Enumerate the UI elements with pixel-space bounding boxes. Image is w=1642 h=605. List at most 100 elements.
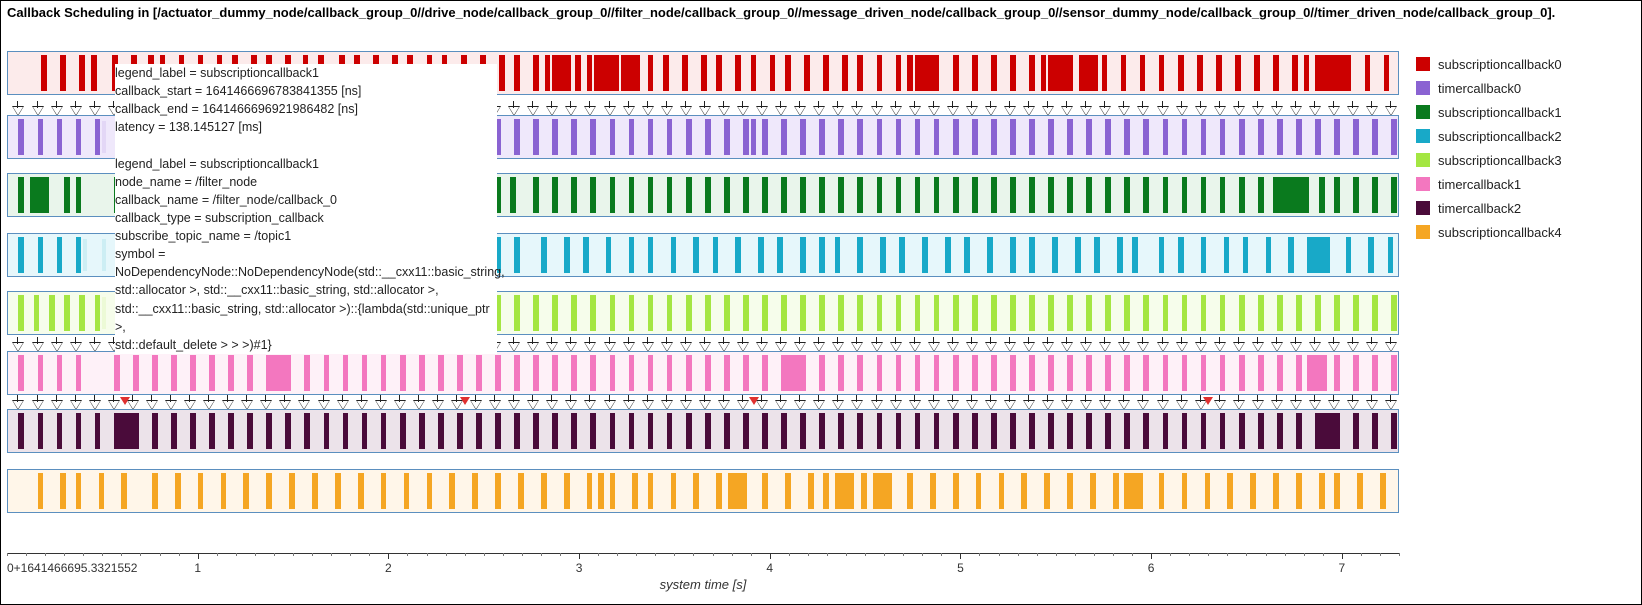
callback-span[interactable] <box>171 413 177 449</box>
callback-span[interactable] <box>976 473 982 509</box>
callback-span[interactable] <box>339 177 345 213</box>
callback-span[interactable] <box>785 55 791 91</box>
callback-span[interactable] <box>632 473 638 509</box>
callback-span[interactable] <box>1250 473 1256 509</box>
callback-span[interactable] <box>564 237 570 273</box>
callback-span[interactable] <box>1140 55 1146 91</box>
callback-span[interactable] <box>1239 295 1245 331</box>
legend-item-subscriptioncallback2[interactable]: subscriptioncallback2 <box>1416 125 1626 147</box>
callback-span[interactable] <box>800 413 806 449</box>
callback-span[interactable] <box>1075 237 1081 273</box>
callback-span[interactable] <box>838 355 844 391</box>
callback-span[interactable] <box>835 237 841 273</box>
callback-span[interactable] <box>381 355 387 391</box>
callback-span[interactable] <box>1182 473 1188 509</box>
callback-span[interactable] <box>598 473 604 509</box>
callback-span[interactable] <box>541 237 547 273</box>
callback-span[interactable] <box>476 413 482 449</box>
callback-span[interactable] <box>1143 177 1149 213</box>
callback-span[interactable] <box>38 355 44 391</box>
callback-span[interactable] <box>1254 55 1260 91</box>
callback-span[interactable] <box>1143 295 1149 331</box>
callback-span[interactable] <box>179 55 185 91</box>
callback-span[interactable] <box>392 55 398 91</box>
callback-span[interactable] <box>1143 119 1149 155</box>
callback-span[interactable] <box>800 295 806 331</box>
callback-span[interactable] <box>495 237 501 273</box>
callback-span[interactable] <box>1163 177 1169 213</box>
callback-span[interactable] <box>38 119 44 155</box>
callback-span[interactable] <box>152 473 158 509</box>
callback-span[interactable] <box>667 177 673 213</box>
callback-span[interactable] <box>819 413 825 449</box>
lane-timercallback2[interactable] <box>7 409 1399 453</box>
callback-span[interactable] <box>232 55 238 91</box>
callback-span[interactable] <box>1391 177 1397 213</box>
callback-span[interactable] <box>148 177 154 213</box>
callback-span[interactable] <box>861 473 867 509</box>
callback-span[interactable] <box>133 355 139 391</box>
callback-span[interactable] <box>1201 177 1207 213</box>
callback-span[interactable] <box>972 295 978 331</box>
callback-span[interactable] <box>1124 119 1130 155</box>
callback-span[interactable] <box>1368 237 1374 273</box>
callback-span[interactable] <box>953 177 959 213</box>
callback-span[interactable] <box>770 55 776 91</box>
callback-span[interactable] <box>1227 473 1233 509</box>
legend-item-subscriptioncallback4[interactable]: subscriptioncallback4 <box>1416 221 1626 243</box>
callback-span[interactable] <box>819 237 825 273</box>
callback-span[interactable] <box>205 177 211 213</box>
callback-span[interactable] <box>758 237 764 273</box>
callback-span[interactable] <box>907 55 913 91</box>
callback-span[interactable] <box>198 55 204 91</box>
callback-span[interactable] <box>251 55 257 91</box>
callback-span[interactable] <box>1315 413 1334 449</box>
callback-span[interactable] <box>1143 413 1149 449</box>
callback-span[interactable] <box>743 413 749 449</box>
callback-span[interactable] <box>991 295 997 331</box>
callback-span[interactable] <box>953 473 959 509</box>
callback-span[interactable] <box>1296 295 1302 331</box>
callback-span[interactable] <box>533 355 539 391</box>
callback-span[interactable] <box>1273 473 1279 509</box>
legend-item-subscriptioncallback1[interactable]: subscriptioncallback1 <box>1416 101 1626 123</box>
callback-span[interactable] <box>1086 119 1092 155</box>
callback-span[interactable] <box>606 237 612 273</box>
callback-span[interactable] <box>1159 237 1165 273</box>
callback-span[interactable] <box>1353 177 1359 213</box>
callback-span[interactable] <box>1323 237 1329 273</box>
callback-span[interactable] <box>1029 119 1035 155</box>
callback-span[interactable] <box>1353 355 1359 391</box>
callback-span[interactable] <box>400 413 406 449</box>
callback-span[interactable] <box>461 55 467 91</box>
callback-span[interactable] <box>1201 355 1207 391</box>
callback-span[interactable] <box>1296 355 1302 391</box>
callback-span[interactable] <box>648 119 654 155</box>
legend-item-subscriptioncallback3[interactable]: subscriptioncallback3 <box>1416 149 1626 171</box>
callback-span[interactable] <box>514 55 520 91</box>
callback-span[interactable] <box>781 119 787 155</box>
callback-span[interactable] <box>419 355 425 391</box>
callback-span[interactable] <box>285 413 291 449</box>
callback-span[interactable] <box>131 55 137 91</box>
callback-span[interactable] <box>762 473 768 509</box>
callback-span[interactable] <box>1319 355 1325 391</box>
callback-span[interactable] <box>1292 55 1298 91</box>
callback-span[interactable] <box>1067 413 1073 449</box>
callback-span[interactable] <box>76 473 82 509</box>
callback-span[interactable] <box>1277 295 1283 331</box>
callback-span[interactable] <box>686 295 692 331</box>
callback-span[interactable] <box>762 413 768 449</box>
callback-span[interactable] <box>1258 119 1264 155</box>
callback-span[interactable] <box>407 55 413 91</box>
callback-span[interactable] <box>243 473 249 509</box>
callback-span[interactable] <box>57 355 63 391</box>
callback-span[interactable] <box>648 237 654 273</box>
callback-span[interactable] <box>1334 413 1340 449</box>
legend-item-timercallback0[interactable]: timercallback0 <box>1416 77 1626 99</box>
callback-span[interactable] <box>915 119 921 155</box>
callback-span[interactable] <box>1319 177 1325 213</box>
callback-span[interactable] <box>1182 413 1188 449</box>
callback-span[interactable] <box>1048 295 1054 331</box>
callback-span[interactable] <box>1010 237 1016 273</box>
